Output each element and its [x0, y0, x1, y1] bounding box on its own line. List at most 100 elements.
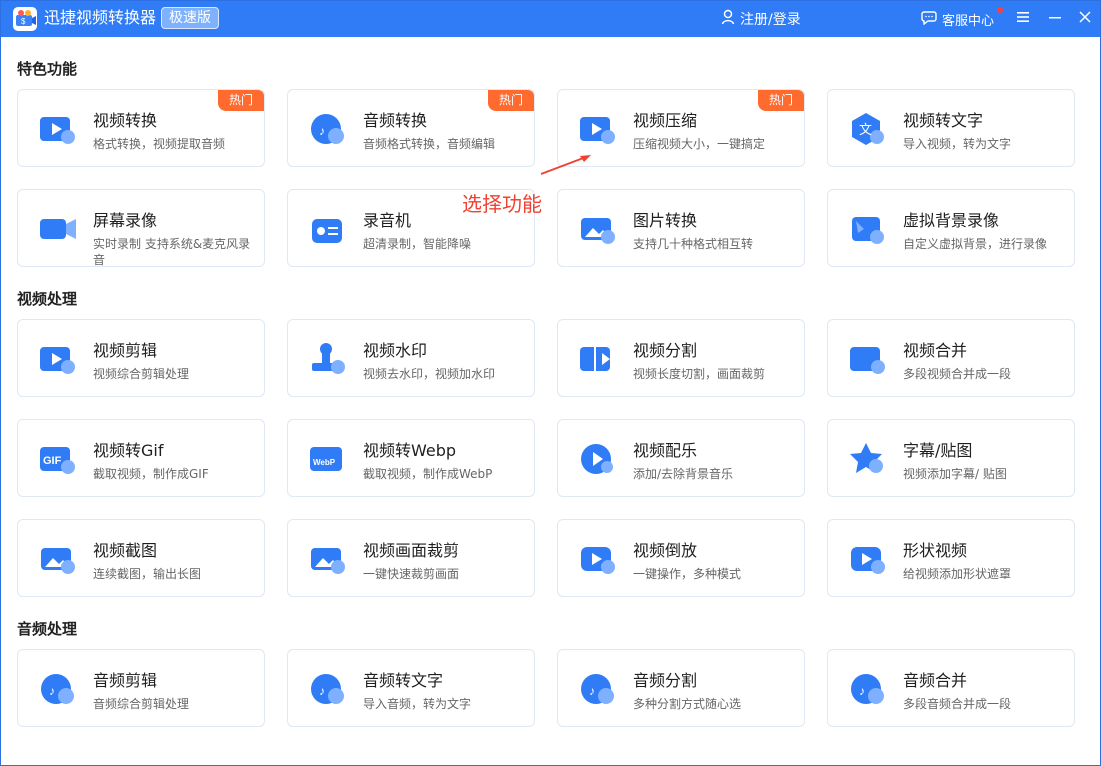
- feature-title: 视频剪辑: [93, 341, 158, 360]
- notification-dot: [997, 7, 1003, 13]
- feature-description: 音频综合剪辑处理: [93, 697, 190, 711]
- video-to-text-icon: 文: [846, 109, 890, 149]
- feature-card[interactable]: 形状视频给视频添加形状遮罩: [827, 519, 1075, 597]
- feature-title: 虚拟背景录像: [903, 211, 1000, 230]
- feature-title: 音频剪辑: [93, 671, 158, 690]
- feature-card[interactable]: WebP 视频转Webp 截取视频，制作成WebP: [287, 419, 535, 497]
- title-bar: $ 迅捷视频转换器 极速版 注册/登录 客服中心: [1, 1, 1100, 37]
- svg-text:♪: ♪: [49, 684, 55, 698]
- close-button[interactable]: [1075, 8, 1095, 28]
- feature-card[interactable]: ♪ 音频剪辑音频综合剪辑处理: [17, 649, 265, 727]
- feature-description: 压缩视频大小，一键搞定: [633, 137, 766, 151]
- feature-description: 视频综合剪辑处理: [93, 367, 190, 381]
- feature-card[interactable]: ♪ 音频转换 音频格式转换，音频编辑 热门: [287, 89, 535, 167]
- feature-card[interactable]: 虚拟背景录像 自定义虚拟背景，进行录像: [827, 189, 1075, 267]
- login-label: 注册/登录: [740, 12, 801, 28]
- audio-edit-icon: ♪: [36, 669, 80, 709]
- feature-description: 实时录制 支持系统&麦克风录音: [93, 237, 251, 267]
- svg-text:文: 文: [859, 122, 872, 137]
- support-label: 客服中心: [942, 13, 995, 29]
- feature-description: 连续截图，输出长图: [93, 567, 202, 581]
- menu-icon: [1016, 9, 1030, 28]
- virtual-background-icon: [846, 209, 890, 249]
- video-watermark-icon: [306, 339, 350, 379]
- feature-description: 视频去水印，视频加水印: [363, 367, 496, 381]
- feature-card[interactable]: ♪ 音频分割 多种分割方式随心选: [557, 649, 805, 727]
- feature-title: 形状视频: [903, 541, 968, 560]
- shape-video-icon: [846, 539, 890, 579]
- audio-split-icon: ♪: [576, 669, 620, 709]
- feature-card[interactable]: 视频转换 格式转换，视频提取音频 热门: [17, 89, 265, 167]
- support-center-button[interactable]: 客服中心: [921, 9, 994, 29]
- video-compress-icon: [576, 109, 620, 149]
- feature-card[interactable]: ♪ 音频转文字 导入音频，转为文字: [287, 649, 535, 727]
- app-title: 迅捷视频转换器: [44, 8, 157, 27]
- app-logo-icon: $: [13, 7, 37, 31]
- feature-card[interactable]: 视频配乐添加/去除背景音乐: [557, 419, 805, 497]
- feature-card[interactable]: 视频剪辑视频综合剪辑处理: [17, 319, 265, 397]
- feature-description: 视频长度切割，画面裁剪: [633, 367, 766, 381]
- feature-title: 字幕/贴图: [903, 441, 973, 460]
- hot-badge: 热门: [758, 90, 804, 111]
- feature-card[interactable]: 视频截图连续截图，输出长图: [17, 519, 265, 597]
- app-window: $ 迅捷视频转换器 极速版 注册/登录 客服中心 特色功能 视频处理 音频处理 …: [0, 0, 1101, 766]
- feature-card[interactable]: 字幕/贴图 视频添加字幕/ 贴图: [827, 419, 1075, 497]
- feature-description: 给视频添加形状遮罩: [903, 567, 1012, 581]
- feature-title: 视频转换: [93, 111, 158, 130]
- feature-card[interactable]: 文 视频转文字导入视频，转为文字: [827, 89, 1075, 167]
- feature-title: 视频转Gif: [93, 441, 164, 460]
- feature-title: 视频转文字: [903, 111, 984, 130]
- feature-card[interactable]: 图片转换 支持几十种格式相互转: [557, 189, 805, 267]
- feature-card[interactable]: 视频水印 视频去水印，视频加水印: [287, 319, 535, 397]
- feature-description: 截取视频，制作成GIF: [93, 467, 209, 481]
- feature-title: 屏幕录像: [93, 211, 158, 230]
- video-merge-icon: [846, 339, 890, 379]
- feature-description: 截取视频，制作成WebP: [363, 467, 493, 481]
- svg-text:♪: ♪: [319, 684, 325, 698]
- feature-title: 视频画面裁剪: [363, 541, 460, 560]
- feature-card[interactable]: ♪ 音频合并多段音频合并成一段: [827, 649, 1075, 727]
- video-music-icon: [576, 439, 620, 479]
- feature-description: 添加/去除背景音乐: [633, 467, 734, 481]
- feature-description: 音频格式转换，音频编辑: [363, 137, 496, 151]
- svg-text:♪: ♪: [589, 684, 595, 698]
- feature-title: 音频转换: [363, 111, 428, 130]
- feature-card[interactable]: 视频画面裁剪一键快速裁剪画面: [287, 519, 535, 597]
- feature-title: 图片转换: [633, 211, 698, 230]
- feature-title: 视频压缩: [633, 111, 698, 130]
- feature-description: 一键快速裁剪画面: [363, 567, 460, 581]
- login-link[interactable]: 注册/登录: [721, 9, 801, 29]
- feature-description: 多段视频合并成一段: [903, 367, 1012, 381]
- feature-description: 导入音频，转为文字: [363, 697, 472, 711]
- feature-title: 音频合并: [903, 671, 968, 690]
- video-reverse-icon: [576, 539, 620, 579]
- menu-button[interactable]: [1013, 8, 1033, 28]
- video-screenshot-icon: [36, 539, 80, 579]
- user-icon: [721, 9, 735, 29]
- feature-card[interactable]: 视频倒放 一键操作，多种模式: [557, 519, 805, 597]
- feature-description: 导入视频，转为文字: [903, 137, 1012, 151]
- recorder-icon: [306, 209, 350, 249]
- image-convert-icon: [576, 209, 620, 249]
- feature-title: 视频截图: [93, 541, 158, 560]
- section-title: 视频处理: [17, 290, 78, 308]
- feature-card[interactable]: 屏幕录像实时录制 支持系统&麦克风录音: [17, 189, 265, 267]
- feature-card[interactable]: 视频分割视频长度切割，画面裁剪: [557, 319, 805, 397]
- feature-title: 视频分割: [633, 341, 698, 360]
- feature-description: 多段音频合并成一段: [903, 697, 1012, 711]
- annotation-text: 选择功能: [462, 192, 542, 216]
- audio-merge-icon: ♪: [846, 669, 890, 709]
- section-title: 音频处理: [17, 620, 78, 638]
- annotation-arrow-icon: [540, 155, 591, 175]
- svg-text:$: $: [21, 17, 26, 26]
- hot-badge: 热门: [488, 90, 534, 111]
- minimize-icon: [1048, 9, 1062, 28]
- minimize-button[interactable]: [1045, 8, 1065, 28]
- video-convert-icon: [36, 109, 80, 149]
- video-split-icon: [576, 339, 620, 379]
- subtitle-sticker-icon: [846, 439, 890, 479]
- feature-title: 视频配乐: [633, 441, 698, 460]
- feature-card[interactable]: 视频合并 多段视频合并成一段: [827, 319, 1075, 397]
- video-crop-icon: [306, 539, 350, 579]
- feature-card[interactable]: GIF 视频转Gif 截取视频，制作成GIF: [17, 419, 265, 497]
